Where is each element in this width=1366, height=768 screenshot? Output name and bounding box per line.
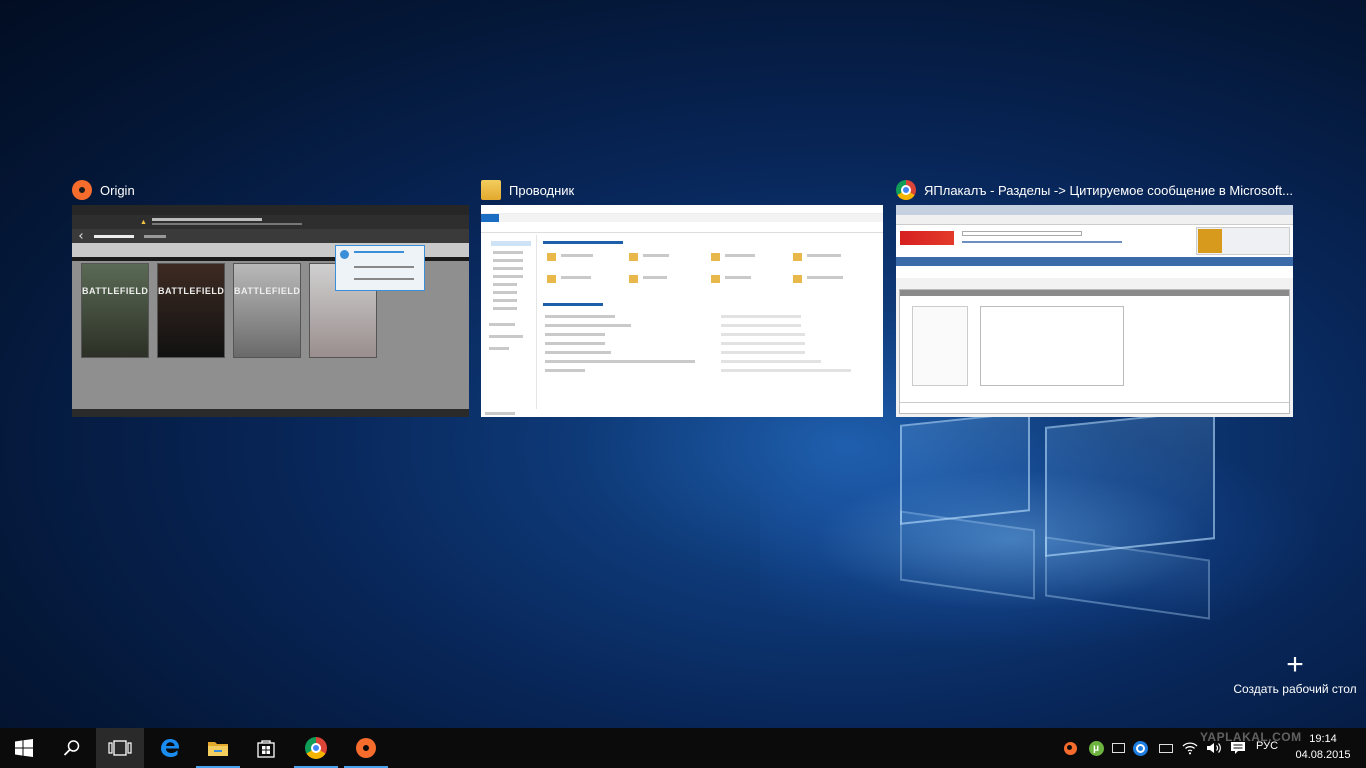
window-thumbnail[interactable] (896, 205, 1293, 417)
origin-tray-icon[interactable] (1062, 740, 1078, 756)
chrome-icon (896, 180, 916, 200)
window-title: Origin (100, 182, 135, 198)
title-bar (72, 205, 469, 215)
breadcrumb (896, 266, 1293, 278)
search-icon (63, 740, 80, 756)
wallpaper-glow (760, 430, 1320, 650)
window-title: ЯПлакалъ - Разделы -> Цитируемое сообщен… (924, 182, 1293, 198)
windows-start-icon (15, 739, 33, 757)
omnibox (896, 215, 1293, 225)
task-view-icon (108, 740, 132, 756)
wifi-icon[interactable] (1182, 740, 1198, 756)
game-tile[interactable]: BATTLEFIELD (81, 263, 149, 358)
new-desktop-button[interactable]: + Создать рабочий стол (1230, 648, 1360, 697)
edge-button[interactable] (146, 728, 194, 768)
navigation-pane (481, 235, 537, 409)
tab-strip (896, 205, 1293, 215)
utorrent-tray-icon[interactable]: μ (1088, 740, 1104, 756)
notice-bar: ▲ (72, 215, 469, 229)
task-view-card-chrome[interactable]: ЯПлакалъ - Разделы -> Цитируемое сообщен… (896, 176, 1293, 417)
watermark: YAPLAKAL.COM (1200, 730, 1302, 744)
task-view-card-origin[interactable]: Origin ▲ BATTLEFIELD BATTLEFIELD BATTLEF… (72, 176, 469, 417)
chrome-icon (305, 737, 327, 759)
origin-button[interactable] (342, 728, 390, 768)
reply-form (899, 289, 1290, 414)
task-view-button[interactable] (96, 728, 144, 768)
chrome-button[interactable] (292, 728, 340, 768)
clock-time: 19:14 (1309, 733, 1337, 745)
window-thumbnail[interactable]: ▲ BATTLEFIELD BATTLEFIELD BATTLEFIELD (72, 205, 469, 417)
window-thumbnail[interactable] (481, 205, 883, 417)
card-header: ЯПлакалъ - Разделы -> Цитируемое сообщен… (896, 176, 1293, 204)
clock-date: 04.08.2015 (1295, 749, 1351, 761)
origin-icon (72, 180, 92, 200)
origin-icon (356, 738, 376, 758)
display-tray-icon[interactable] (1110, 740, 1126, 756)
site-menu (896, 257, 1293, 266)
game-tile[interactable]: BATTLEFIELD (157, 263, 225, 358)
search-button[interactable] (48, 728, 96, 768)
title-bar (481, 205, 883, 214)
status-bar (485, 412, 515, 415)
card-header: Origin (72, 176, 469, 204)
new-desktop-label: Создать рабочий стол (1233, 682, 1357, 696)
task-view-card-explorer[interactable]: Проводник (481, 176, 883, 417)
ribbon (481, 214, 883, 222)
origin-nav (72, 229, 469, 243)
notification-popup (335, 245, 425, 291)
file-explorer-icon (208, 742, 228, 756)
card-header: Проводник (481, 176, 883, 204)
window-title: Проводник (509, 182, 575, 198)
site-header (896, 225, 1293, 257)
wallpaper-pane (1045, 409, 1215, 557)
edge-icon (161, 739, 180, 757)
address-bar (481, 222, 883, 233)
store-button[interactable] (242, 728, 290, 768)
clock[interactable]: 19:14 04.08.2015 (1294, 731, 1352, 763)
start-button[interactable] (0, 728, 48, 768)
power-tray-icon[interactable] (1158, 740, 1174, 756)
taskbar: μ РУС 19:14 04.08.2015 (0, 728, 1366, 768)
wallpaper-pane (900, 411, 1030, 525)
status-bar (72, 409, 469, 417)
steam-tray-icon[interactable] (1132, 740, 1148, 756)
plus-icon: + (1286, 648, 1304, 681)
file-explorer-button[interactable] (194, 728, 242, 768)
game-tile[interactable]: BATTLEFIELD (233, 263, 301, 358)
file-explorer-icon (481, 180, 501, 200)
store-icon (257, 740, 275, 758)
